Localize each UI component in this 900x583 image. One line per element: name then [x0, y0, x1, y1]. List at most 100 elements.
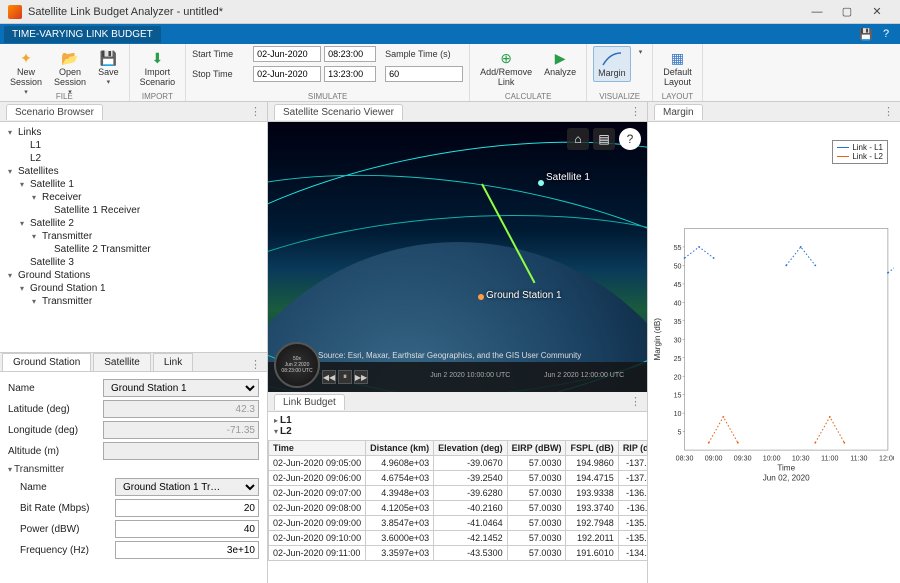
- group-title-calculate: CALCULATE: [470, 92, 586, 101]
- margin-button[interactable]: Margin: [593, 46, 631, 82]
- lb-menu-icon[interactable]: ⋮: [630, 395, 641, 408]
- svg-text:11:30: 11:30: [850, 454, 867, 462]
- svg-text:Margin (dB): Margin (dB): [653, 318, 662, 361]
- svg-text:5: 5: [678, 429, 682, 437]
- proptabs-menu-icon[interactable]: ⋮: [250, 358, 267, 371]
- bitrate-input[interactable]: [115, 499, 259, 517]
- forward-button[interactable]: ▶▶: [354, 370, 368, 384]
- layers-icon[interactable]: ▤: [593, 128, 615, 150]
- tree-node[interactable]: ▾Ground Stations: [2, 269, 265, 282]
- group-title-visualize: VISUALIZE: [587, 92, 652, 101]
- tree-node[interactable]: ▾Receiver: [2, 191, 265, 204]
- tab-ground-station[interactable]: Ground Station: [2, 353, 91, 371]
- chart-legend: Link - L1 Link - L2: [832, 140, 888, 164]
- svg-text:Time: Time: [777, 463, 795, 472]
- latitude-input: [103, 400, 259, 418]
- start-hour-input[interactable]: [324, 46, 376, 62]
- tree-node[interactable]: L1: [2, 139, 265, 152]
- help-icon[interactable]: ?: [878, 26, 894, 42]
- svg-text:30: 30: [674, 336, 682, 344]
- default-layout-button[interactable]: ▦DefaultLayout: [659, 46, 696, 90]
- tree-node[interactable]: ▾Satellites: [2, 165, 265, 178]
- svg-text:11:00: 11:00: [821, 454, 838, 462]
- l1-toggle[interactable]: ▸L1: [274, 415, 641, 426]
- tree-node[interactable]: ▾Ground Station 1: [2, 282, 265, 295]
- tree-node[interactable]: L2: [2, 152, 265, 165]
- window-title: Satellite Link Budget Analyzer - untitle…: [28, 6, 802, 18]
- svg-text:09:30: 09:30: [734, 454, 752, 462]
- stop-date-input[interactable]: [253, 66, 321, 82]
- minimize-button[interactable]: —: [802, 3, 832, 21]
- svg-text:15: 15: [674, 392, 682, 400]
- bitrate-label: Bit Rate (Mbps): [20, 503, 115, 514]
- power-label: Power (dBW): [20, 524, 115, 535]
- scenario-viewer[interactable]: Satellite 1 Ground Station 1 ⌂ ▤ ? Sourc…: [268, 122, 647, 392]
- map-credit: Source: Esri, Maxar, Earthstar Geographi…: [318, 351, 639, 360]
- open-session-button[interactable]: 📂OpenSession▾: [50, 46, 90, 98]
- save-button[interactable]: 💾Save▾: [94, 46, 123, 88]
- link-budget-title: Link Budget: [274, 394, 345, 410]
- svg-text:10:30: 10:30: [792, 454, 810, 462]
- freq-input[interactable]: [115, 541, 259, 559]
- svg-text:12:00: 12:00: [879, 454, 894, 462]
- close-button[interactable]: ✕: [862, 3, 892, 21]
- pause-button[interactable]: ⏸: [338, 370, 352, 384]
- svg-text:35: 35: [674, 318, 682, 326]
- start-time-label: Start Time: [192, 49, 250, 59]
- save-all-icon[interactable]: 💾: [858, 26, 874, 42]
- margin-menu-icon[interactable]: ⋮: [883, 105, 894, 118]
- group-title-import: IMPORT: [130, 92, 186, 101]
- app-logo-icon: [8, 5, 22, 19]
- transmitter-section: ▾Transmitter: [8, 464, 259, 475]
- stop-hour-input[interactable]: [324, 66, 376, 82]
- tree-node[interactable]: Satellite 1 Receiver: [2, 204, 265, 217]
- analyze-button[interactable]: ▶Analyze: [540, 46, 580, 80]
- viewer-title: Satellite Scenario Viewer: [274, 104, 403, 120]
- margin-panel-title: Margin: [654, 104, 703, 120]
- tree-node[interactable]: Satellite 3: [2, 256, 265, 269]
- link-budget-table[interactable]: TimeDistance (km)Elevation (deg)EIRP (dB…: [268, 440, 647, 561]
- home-icon[interactable]: ⌂: [567, 128, 589, 150]
- start-date-input[interactable]: [253, 46, 321, 62]
- tree-node[interactable]: ▾Satellite 1: [2, 178, 265, 191]
- margin-chart[interactable]: 51015202530354045505508:3009:0009:3010:0…: [648, 122, 900, 583]
- new-session-button[interactable]: ✦NewSession▾: [6, 46, 46, 98]
- clock-icon[interactable]: 50xJun 2 202008:23:00 UTC: [274, 342, 320, 388]
- tree-node[interactable]: Satellite 2 Transmitter: [2, 243, 265, 256]
- svg-text:55: 55: [674, 244, 682, 252]
- name-select[interactable]: Ground Station 1: [103, 379, 259, 397]
- sample-time-label: Sample Time (s): [385, 49, 463, 59]
- group-title-simulate: SIMULATE: [186, 92, 469, 101]
- rewind-button[interactable]: ◀◀: [322, 370, 336, 384]
- sample-time-input[interactable]: [385, 66, 463, 82]
- tree-node[interactable]: ▾Satellite 2: [2, 217, 265, 230]
- latitude-label: Latitude (deg): [8, 404, 103, 415]
- viewer-menu-icon[interactable]: ⋮: [630, 105, 641, 118]
- altitude-label: Altitude (m): [8, 446, 103, 457]
- l2-toggle[interactable]: ▾L2: [274, 426, 641, 437]
- power-input[interactable]: [115, 520, 259, 538]
- freq-label: Frequency (Hz): [20, 545, 115, 556]
- question-icon[interactable]: ?: [619, 128, 641, 150]
- longitude-input: [103, 421, 259, 439]
- tx-name-select[interactable]: Ground Station 1 Tr…: [115, 478, 259, 496]
- tab-link[interactable]: Link: [153, 353, 193, 371]
- scenario-tree[interactable]: ▾LinksL1L2▾Satellites▾Satellite 1▾Receiv…: [0, 122, 267, 352]
- longitude-label: Longitude (deg): [8, 425, 103, 436]
- stop-time-label: Stop Time: [192, 69, 250, 79]
- svg-text:10:00: 10:00: [763, 454, 781, 462]
- name-label: Name: [8, 383, 103, 394]
- tree-node[interactable]: ▾Links: [2, 126, 265, 139]
- visualize-more-button[interactable]: ▾: [635, 46, 647, 58]
- import-scenario-button[interactable]: ⬇ImportScenario: [136, 46, 180, 90]
- tab-time-varying-link-budget[interactable]: TIME-VARYING LINK BUDGET: [4, 26, 161, 43]
- tree-node[interactable]: ▾Transmitter: [2, 230, 265, 243]
- svg-text:50: 50: [674, 262, 682, 270]
- panel-menu-icon[interactable]: ⋮: [250, 105, 261, 118]
- tab-satellite[interactable]: Satellite: [93, 353, 151, 371]
- altitude-input: [103, 442, 259, 460]
- svg-text:08:30: 08:30: [676, 454, 694, 462]
- add-remove-link-button[interactable]: ⊕Add/RemoveLink: [476, 46, 536, 90]
- maximize-button[interactable]: ▢: [832, 3, 862, 21]
- tree-node[interactable]: ▾Transmitter: [2, 295, 265, 308]
